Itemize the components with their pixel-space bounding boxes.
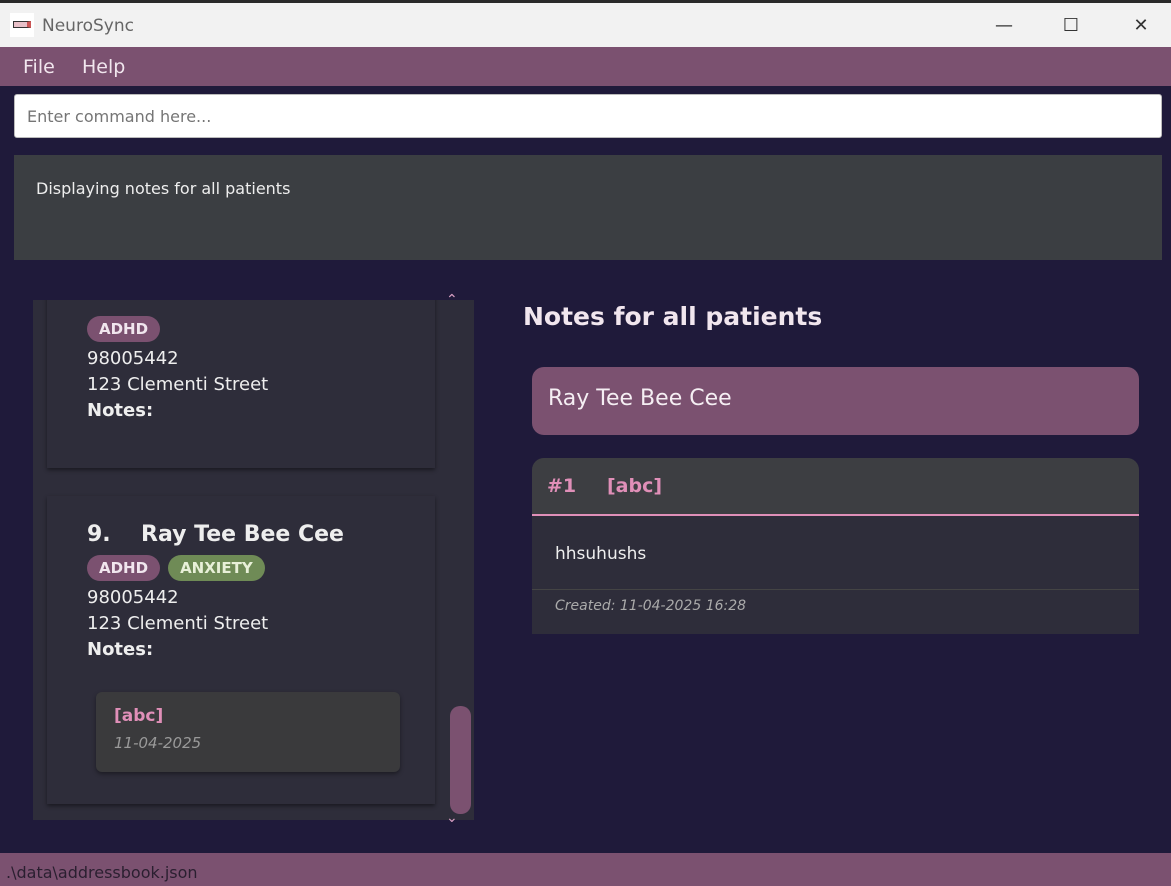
close-button[interactable]: ✕	[1118, 11, 1164, 41]
status-bar: .\data\addressbook.json	[0, 853, 1171, 886]
menu-bar: File Help	[0, 47, 1171, 86]
patient-address: 123 Clementi Street	[87, 613, 269, 634]
patient-phone: 98005442	[87, 348, 179, 369]
notes-label: Notes:	[87, 639, 154, 660]
patient-index: 9.	[87, 522, 111, 547]
notes-panel-title: Notes for all patients	[523, 302, 823, 331]
note-title: [abc]	[114, 706, 164, 726]
patient-list[interactable]: ADHD 98005442 123 Clementi Street Notes:…	[33, 300, 474, 820]
maximize-button[interactable]: ☐	[1048, 11, 1094, 41]
menu-file[interactable]: File	[23, 56, 55, 78]
note-date: 11-04-2025	[114, 734, 202, 752]
window-title: NeuroSync	[42, 16, 134, 36]
tag-adhd: ADHD	[87, 555, 161, 581]
note-content: hhsuhushs	[532, 516, 1139, 590]
minimize-button[interactable]: —	[981, 11, 1027, 41]
scroll-up-icon[interactable]: ⌃	[446, 292, 458, 308]
patient-card[interactable]: 9. Ray Tee Bee Cee ADHD ANXIETY 98005442 1…	[47, 496, 435, 804]
command-input[interactable]	[14, 94, 1162, 138]
note-preview[interactable]: [abc] 11-04-2025	[96, 692, 400, 772]
patient-address: 123 Clementi Street	[87, 374, 269, 395]
note-number: #1	[547, 475, 577, 497]
patient-name-header: Ray Tee Bee Cee	[532, 367, 1139, 435]
tag-adhd: ADHD	[87, 316, 161, 342]
note-card[interactable]: #1 [abc] hhsuhushs Created: 11-04-2025 16…	[532, 458, 1139, 634]
result-text: Displaying notes for all patients	[36, 179, 291, 198]
title-bar: NeuroSync — ☐ ✕	[0, 0, 1171, 47]
patient-card[interactable]: ADHD 98005442 123 Clementi Street Notes:	[47, 300, 435, 468]
tag-anxiety: ANXIETY	[168, 555, 265, 581]
patient-name: Ray Tee Bee Cee	[141, 522, 344, 547]
scrollbar-thumb[interactable]	[450, 706, 471, 814]
note-created: Created: 11-04-2025 16:28	[555, 598, 747, 614]
app-icon	[10, 13, 34, 37]
menu-help[interactable]: Help	[82, 56, 125, 78]
file-path: .\data\addressbook.json	[6, 863, 198, 882]
patient-phone: 98005442	[87, 587, 179, 608]
notes-label: Notes:	[87, 400, 154, 421]
result-display: Displaying notes for all patients	[14, 155, 1162, 260]
note-title: [abc]	[607, 475, 663, 497]
scroll-down-icon[interactable]: ⌄	[446, 810, 458, 826]
